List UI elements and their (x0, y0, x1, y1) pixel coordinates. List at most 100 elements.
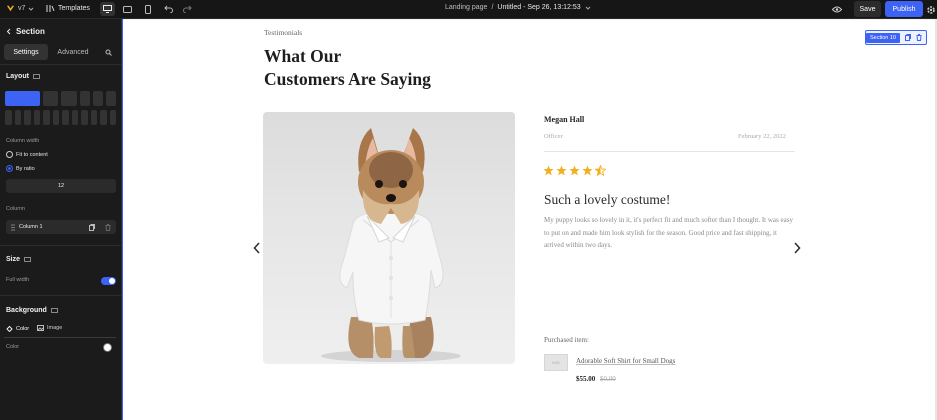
purchased-item-label: Purchased item: (544, 336, 589, 344)
color-swatch[interactable] (103, 343, 112, 352)
bg-tab-color[interactable]: Color (6, 325, 29, 332)
layout-preset-i[interactable] (81, 110, 88, 125)
trash-icon[interactable] (916, 34, 922, 41)
product-thumbnail[interactable]: IMG (544, 354, 568, 371)
radio-by-ratio[interactable]: By ratio (6, 165, 35, 172)
size-heading-label: Size (6, 256, 21, 263)
column-width-label: Column width (6, 138, 40, 144)
full-width-label: Full width (6, 277, 30, 283)
mobile-view-button[interactable] (140, 2, 155, 16)
redo-button[interactable] (180, 2, 194, 16)
search-icon (105, 49, 112, 56)
duplicate-icon[interactable] (89, 223, 95, 231)
layout-preset-e[interactable] (43, 110, 50, 125)
layout-preset-h[interactable] (71, 110, 78, 125)
title-line-2: Customers Are Saying (264, 69, 431, 89)
publish-button[interactable]: Publish (885, 1, 923, 17)
desktop-icon (32, 73, 40, 79)
star-full-icon (556, 165, 567, 176)
layout-preset-2col-a[interactable] (42, 91, 59, 106)
templates-button[interactable]: Templates (46, 4, 90, 13)
layout-preset-f[interactable] (52, 110, 59, 125)
templates-icon (46, 5, 55, 12)
layout-preset-k[interactable] (100, 110, 107, 125)
radio-circle (6, 151, 13, 158)
undo-icon (163, 5, 173, 13)
layout-preset-c[interactable] (24, 110, 31, 125)
page-path: Landing page (445, 4, 488, 11)
ratio-input[interactable]: 12 (6, 179, 116, 193)
section-toolbar[interactable]: Section 10 (865, 30, 927, 45)
column-item[interactable]: Column 1 (6, 220, 116, 234)
layout-preset-d[interactable] (33, 110, 40, 125)
chevron-down-icon (585, 6, 591, 10)
version-label: v7 (18, 5, 26, 12)
star-full-icon (543, 165, 554, 176)
layout-preset-j[interactable] (90, 110, 97, 125)
layout-presets-row-1 (5, 91, 116, 106)
back-to-parent[interactable]: Section (6, 27, 45, 36)
review-body: My puppy looks so lovely in it, it's per… (544, 216, 793, 249)
duplicate-icon[interactable] (905, 34, 911, 41)
version-menu[interactable]: v7 (6, 4, 34, 13)
tab-settings[interactable]: Settings (4, 44, 48, 60)
layout-heading-label: Layout (6, 73, 29, 80)
radio-circle-selected (6, 165, 13, 172)
settings-sidebar: Section Settings Advanced Layout Column … (0, 19, 122, 420)
star-full-icon (569, 165, 580, 176)
tablet-view-button[interactable] (120, 2, 135, 16)
bg-tab-image[interactable]: Image (37, 325, 62, 331)
logo-icon (6, 5, 15, 12)
document-name: Untitled - Sep 26, 13:12:53 (497, 4, 581, 11)
gear-icon (927, 5, 935, 14)
radio-ratio-label: By ratio (16, 165, 35, 172)
trash-icon[interactable] (105, 223, 111, 231)
panel-tabs: Settings Advanced (4, 44, 118, 60)
image-icon (37, 325, 44, 331)
radio-fit-to-content[interactable]: Fit to content (6, 151, 48, 158)
layout-preset-3col-c[interactable] (106, 91, 116, 106)
mobile-icon (144, 4, 151, 14)
layout-preset-3col-a[interactable] (80, 91, 91, 106)
desktop-view-button[interactable] (100, 2, 115, 16)
tablet-landscape-icon (123, 5, 132, 13)
size-heading: Size (6, 256, 32, 263)
layout-preset-1col[interactable] (5, 91, 40, 106)
document-title-menu[interactable]: Landing page / Untitled - Sep 26, 13:12:… (445, 4, 591, 11)
reviewer-role: Officer (544, 133, 563, 140)
layout-preset-l[interactable] (109, 110, 116, 125)
title-line-1: What Our (264, 46, 342, 66)
star-full-icon (582, 165, 593, 176)
carousel-prev-button[interactable] (253, 242, 261, 256)
layout-preset-b[interactable] (14, 110, 21, 125)
layout-presets-row-2 (5, 110, 116, 125)
section-label[interactable]: Section 10 (866, 32, 900, 43)
preview-button[interactable] (830, 3, 844, 16)
layout-preset-2col-b[interactable] (61, 91, 78, 106)
column-label: Column (6, 206, 25, 212)
drag-handle-icon[interactable] (11, 223, 15, 231)
star-rating (543, 164, 607, 177)
radio-fit-label: Fit to content (16, 151, 48, 158)
layout-preset-3col-b[interactable] (93, 91, 104, 106)
background-heading-label: Background (6, 307, 47, 314)
paint-bucket-icon (6, 325, 13, 332)
layout-preset-g[interactable] (62, 110, 69, 125)
full-width-toggle[interactable] (101, 277, 116, 285)
search-button[interactable] (98, 44, 118, 60)
settings-button[interactable] (925, 3, 937, 16)
carousel-next-button[interactable] (793, 242, 801, 256)
tab-advanced[interactable]: Advanced (48, 44, 98, 60)
column-item-label: Column 1 (19, 224, 43, 230)
product-link[interactable]: Adorable Soft Shirt for Small Dogs (576, 357, 675, 365)
dog-in-white-shirt-image (321, 128, 461, 362)
divider (4, 337, 116, 338)
layout-preset-a[interactable] (5, 110, 12, 125)
page-canvas: Section 10 Testimonials What Our Custome… (123, 20, 937, 420)
product-compare-price: $0.00 (600, 375, 616, 383)
save-button[interactable]: Save (854, 1, 881, 17)
review-date: February 22, 2022 (738, 133, 786, 140)
divider (0, 245, 122, 246)
chevron-left-icon (253, 242, 260, 254)
undo-button[interactable] (161, 2, 175, 16)
